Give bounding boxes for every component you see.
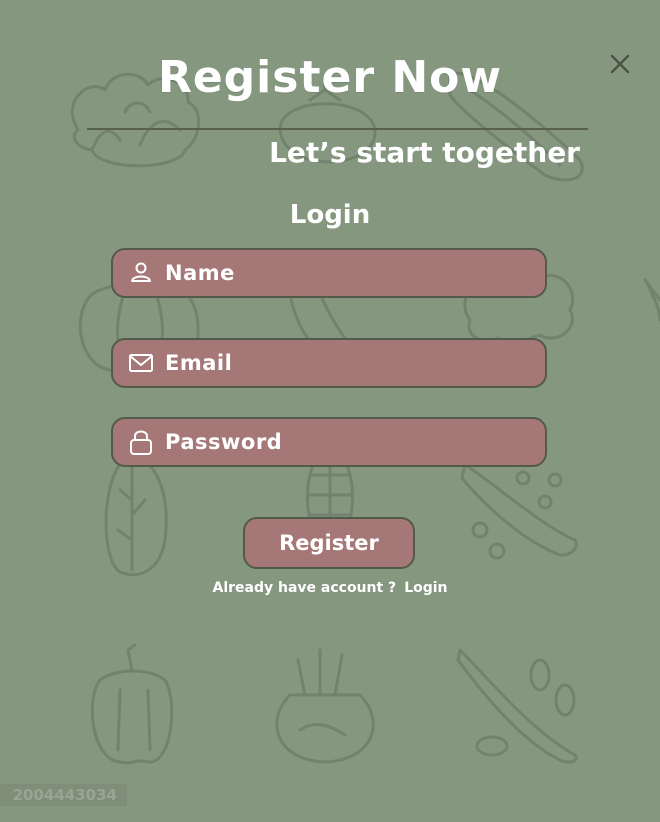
login-prompt-text: Already have account ? [212, 580, 397, 596]
beans-illustration [456, 648, 578, 764]
bell-pepper-illustration [90, 643, 174, 765]
mail-icon [127, 349, 155, 377]
page-subtitle: Let’s start together [269, 136, 580, 169]
login-prompt: Already have account ? Login [0, 580, 660, 596]
leaf-illustration [643, 278, 660, 322]
email-field[interactable] [111, 338, 547, 388]
watermark: 2004443034 [0, 784, 127, 806]
peas-illustration [460, 463, 578, 560]
page-title: Register Now [157, 52, 503, 103]
register-button[interactable]: Register [243, 517, 415, 569]
user-icon [127, 259, 155, 287]
login-link[interactable]: Login [404, 580, 447, 596]
email-input[interactable] [165, 340, 545, 386]
name-field[interactable] [111, 248, 547, 298]
name-input[interactable] [165, 250, 545, 296]
lettuce-illustration [104, 453, 168, 577]
lock-icon [127, 428, 155, 456]
fennel-illustration [275, 648, 375, 764]
vegetable-background [70, 71, 660, 765]
form-title: Login [289, 200, 371, 230]
password-input[interactable] [165, 419, 545, 465]
password-field[interactable] [111, 417, 547, 467]
title-divider [87, 128, 588, 130]
